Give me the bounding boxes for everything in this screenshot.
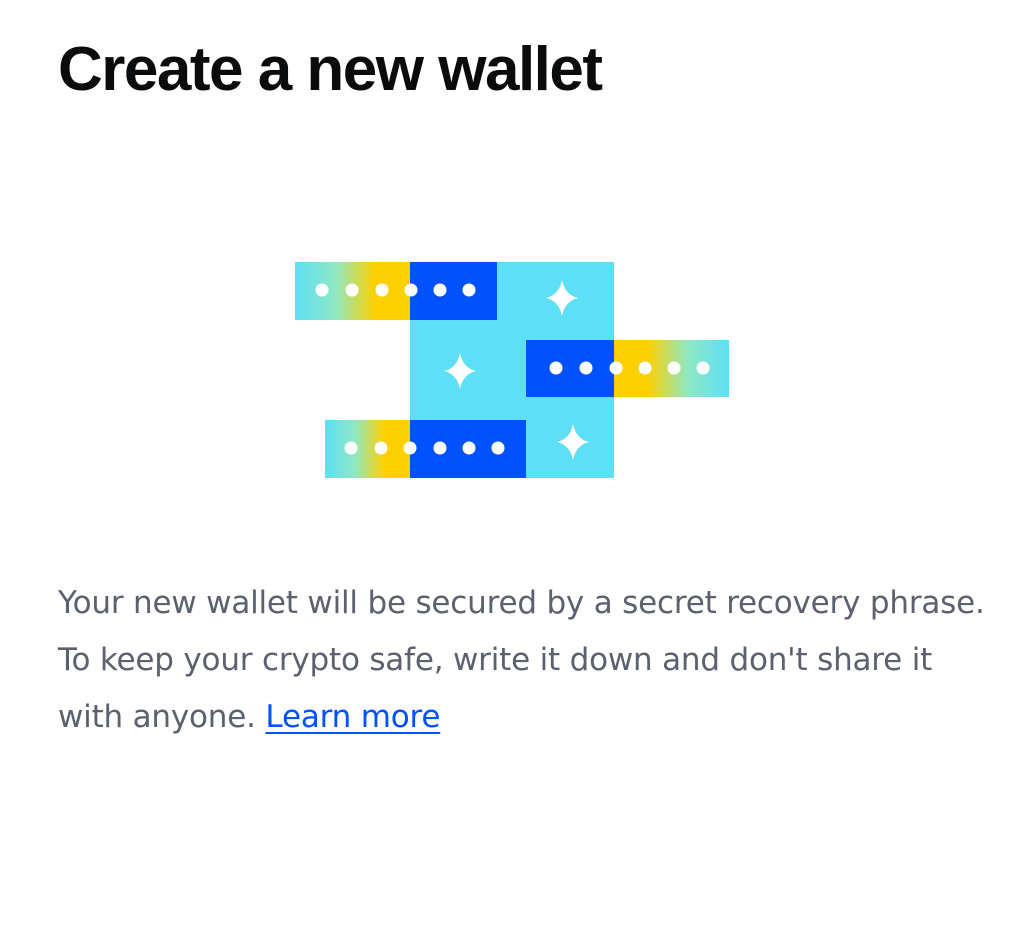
sparkle-icon xyxy=(444,280,589,460)
illustration-dark-blocks xyxy=(410,262,614,478)
create-wallet-screen: Create a new wallet Your new wallet will… xyxy=(0,0,1024,925)
illustration-background-blocks xyxy=(295,262,729,478)
description-text: Your new wallet will be secured by a sec… xyxy=(58,575,988,746)
description-body: Your new wallet will be secured by a sec… xyxy=(58,585,985,735)
learn-more-link[interactable]: Learn more xyxy=(265,699,440,735)
wallet-recovery-phrase-illustration xyxy=(295,262,729,478)
illustration-password-dots xyxy=(315,283,710,455)
page-title: Create a new wallet xyxy=(58,35,603,104)
